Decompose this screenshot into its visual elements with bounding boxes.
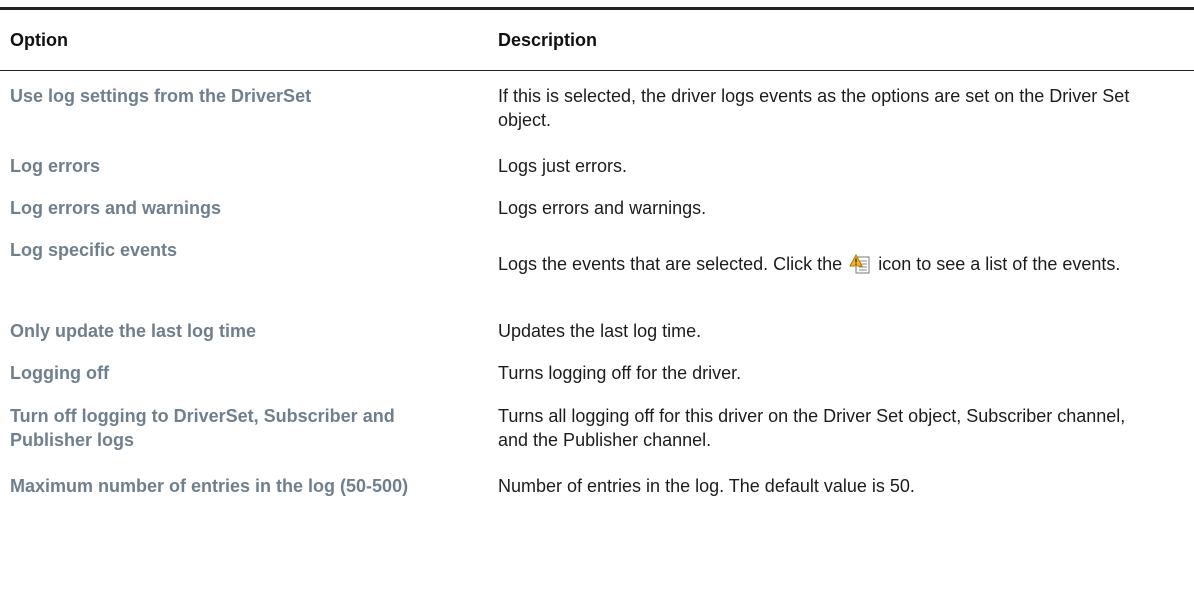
table-header-row: Option Description xyxy=(0,10,1194,71)
table-row: Maximum number of entries in the log (50… xyxy=(0,464,1194,524)
option-description: Number of entries in the log. The defaul… xyxy=(498,476,915,496)
option-description: Logs the events that are selected. Click… xyxy=(498,238,1194,280)
table-row: Log errors Logs just errors. xyxy=(0,144,1194,186)
option-description: Updates the last log time. xyxy=(498,321,702,341)
option-description: If this is selected, the driver logs eve… xyxy=(498,86,1130,130)
description-text-after-icon: icon to see a list of the events. xyxy=(878,254,1121,274)
option-label: Logging off xyxy=(10,363,109,383)
description-text-before-icon: Logs the events that are selected. Click… xyxy=(498,254,843,274)
options-table: Option Description Use log settings from… xyxy=(0,7,1194,524)
option-description: Logs errors and warnings. xyxy=(498,198,707,218)
option-description: Turns all logging off for this driver on… xyxy=(498,406,1126,450)
option-label: Log errors xyxy=(10,156,101,176)
option-label: Log specific events xyxy=(10,240,178,260)
option-description: Logs just errors. xyxy=(498,156,628,176)
option-label: Log errors and warnings xyxy=(10,198,222,218)
table-row: Use log settings from the DriverSet If t… xyxy=(0,71,1194,144)
table-row: Only update the last log time Updates th… xyxy=(0,306,1194,351)
event-list-warning-icon[interactable] xyxy=(849,253,871,280)
table-row: Logging off Turns logging off for the dr… xyxy=(0,351,1194,394)
option-label: Turn off logging to DriverSet, Subscribe… xyxy=(10,406,395,450)
table-row: Turn off logging to DriverSet, Subscribe… xyxy=(0,394,1194,464)
table-row: Log specific events Logs the events that… xyxy=(0,228,1194,306)
header-option: Option xyxy=(10,29,68,50)
option-description: Turns logging off for the driver. xyxy=(498,363,742,383)
header-description: Description xyxy=(498,29,598,50)
option-label: Use log settings from the DriverSet xyxy=(10,86,312,106)
option-label: Maximum number of entries in the log (50… xyxy=(10,476,409,496)
table-row: Log errors and warnings Logs errors and … xyxy=(0,186,1194,228)
option-label: Only update the last log time xyxy=(10,321,257,341)
